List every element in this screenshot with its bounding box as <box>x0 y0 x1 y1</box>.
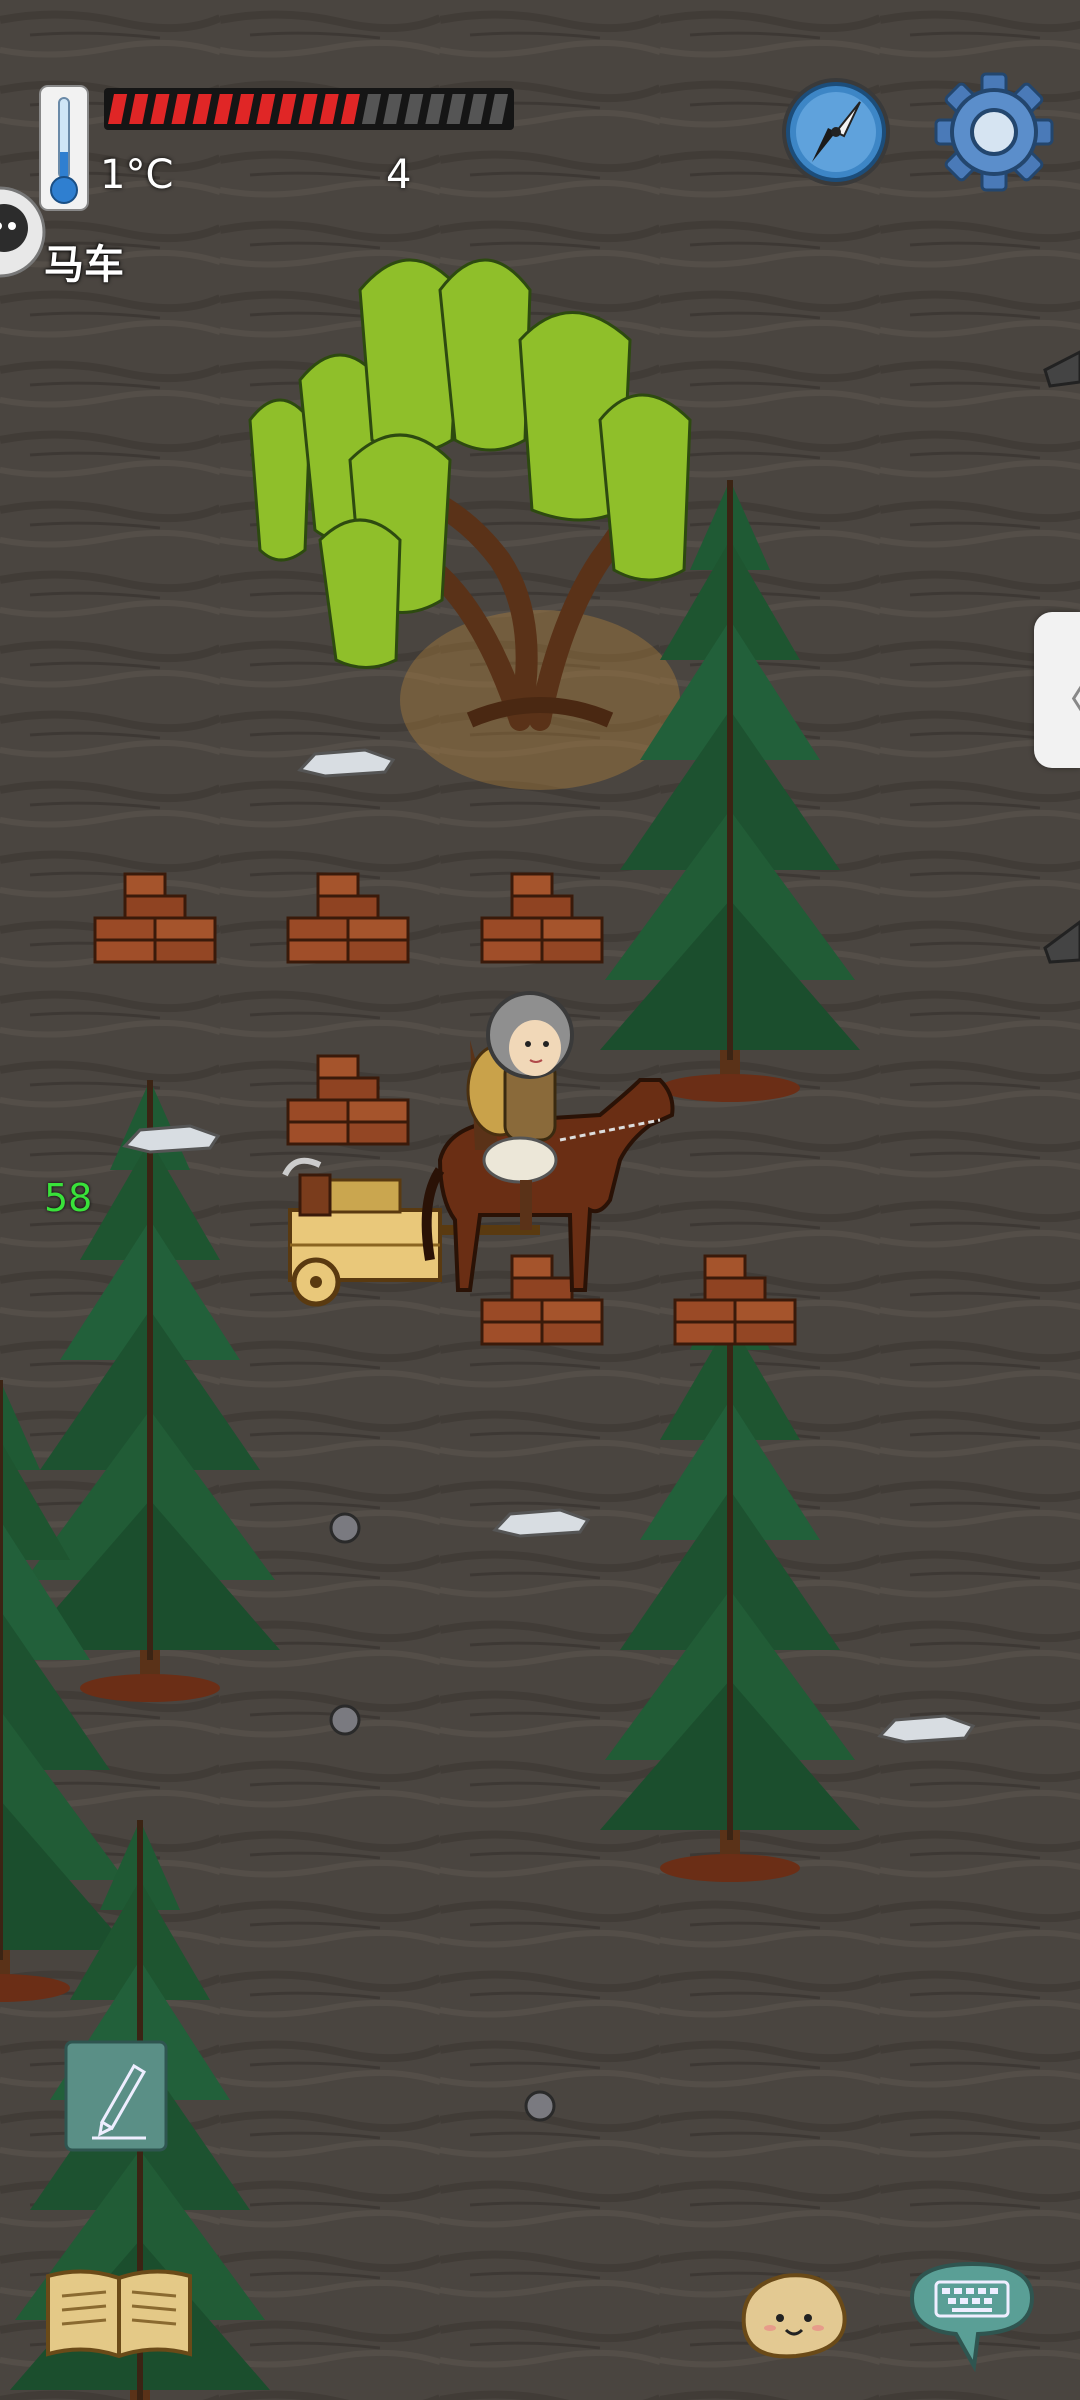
round-stone[interactable] <box>329 1512 361 1544</box>
flint-rock[interactable] <box>298 748 395 778</box>
chevron-left-icon: 〈 <box>1046 664 1080 728</box>
pencil-note-icon <box>64 2040 168 2152</box>
side-drawer-tab[interactable]: 〈 <box>1034 612 1080 768</box>
chat-button[interactable] <box>908 2258 1036 2373</box>
robot-avatar-button[interactable] <box>0 184 46 280</box>
settings-button[interactable] <box>932 70 1056 194</box>
compass-button[interactable] <box>778 74 894 190</box>
note-button[interactable] <box>64 2040 168 2152</box>
temperature-readout: 1°C <box>100 152 174 198</box>
flint-rock[interactable] <box>123 1124 220 1154</box>
held-item-label: 马车 <box>44 241 124 288</box>
keyboard-chat-icon <box>909 2261 1035 2373</box>
flint-rock[interactable] <box>493 1508 590 1538</box>
potato-face-icon <box>741 2273 847 2359</box>
open-book-icon <box>46 2269 192 2359</box>
yum-counter: 4 <box>386 152 412 198</box>
floating-number: 58 <box>44 1176 93 1220</box>
emote-button[interactable] <box>734 2266 852 2362</box>
recipe-book-button[interactable] <box>44 2262 194 2362</box>
round-stone[interactable] <box>329 1704 361 1736</box>
flint-rock[interactable] <box>878 1714 975 1744</box>
round-stone[interactable] <box>524 2090 556 2122</box>
food-meter <box>104 88 514 130</box>
gear-icon <box>934 72 1054 192</box>
compass-icon <box>782 78 890 186</box>
